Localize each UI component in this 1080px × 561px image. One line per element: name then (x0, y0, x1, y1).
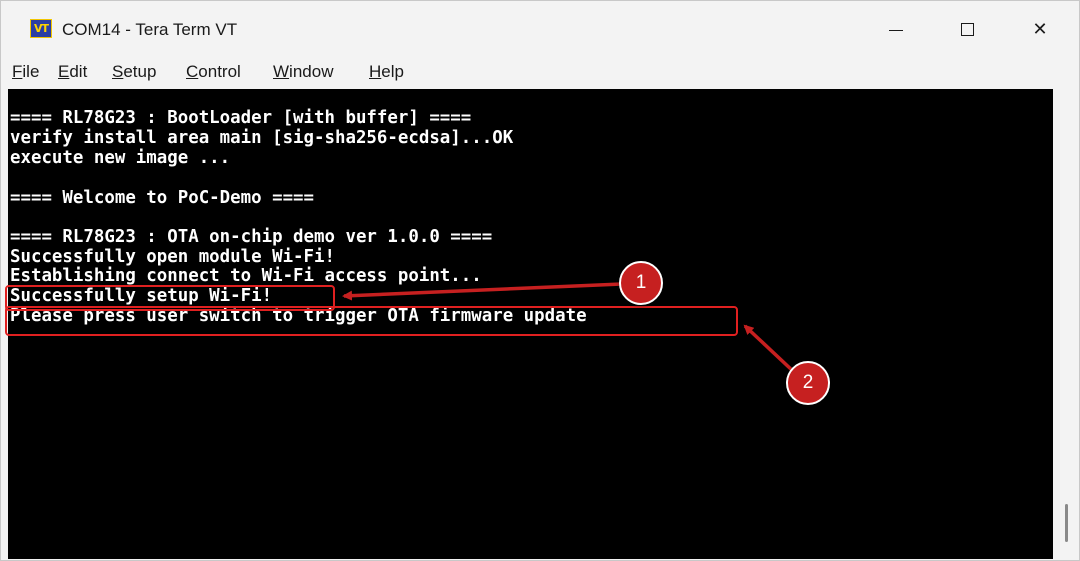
arrow-2 (743, 324, 796, 374)
annotation-arrows (342, 282, 796, 374)
callout-badge-1: 1 (619, 261, 663, 305)
callout-badge-2: 2 (786, 361, 830, 405)
arrow-1 (342, 282, 623, 301)
